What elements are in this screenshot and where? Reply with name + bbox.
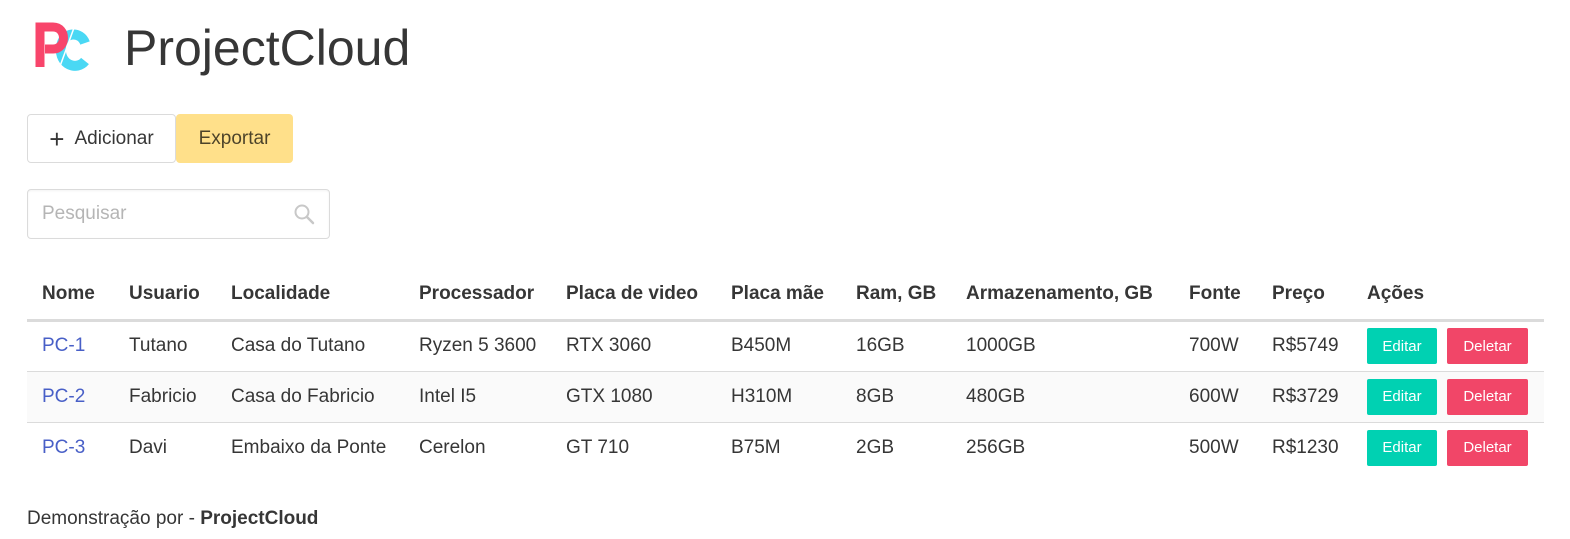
cell-placa-video: GTX 1080: [551, 371, 716, 423]
pc-link[interactable]: PC-3: [42, 437, 85, 458]
cell-localidade: Casa do Fabricio: [216, 371, 404, 423]
projectcloud-logo: [35, 22, 90, 71]
table-row: PC-2 Fabricio Casa do Fabricio Intel I5 …: [27, 371, 1544, 423]
header-nome: Nome: [27, 270, 114, 322]
table-row: PC-3 Davi Embaixo da Ponte Cerelon GT 71…: [27, 422, 1544, 473]
app-title: ProjectCloud: [124, 20, 411, 76]
header-usuario: Usuario: [114, 270, 216, 322]
header-ram: Ram, GB: [841, 270, 951, 322]
delete-button[interactable]: Deletar: [1447, 328, 1528, 364]
cell-preco: R$1230: [1272, 436, 1339, 458]
header-localidade: Localidade: [216, 270, 404, 322]
cell-fonte: 500W: [1189, 436, 1239, 458]
cell-localidade: Casa do Tutano: [216, 320, 404, 372]
cell-acoes: Editar Deletar: [1352, 320, 1544, 372]
search-icon[interactable]: [293, 203, 315, 225]
edit-button[interactable]: Editar: [1367, 328, 1437, 364]
cell-ram: 2GB: [856, 436, 895, 458]
cell-processador: Ryzen 5 3600: [404, 320, 551, 372]
cell-preco: R$5749: [1257, 320, 1352, 372]
header-fonte: Fonte: [1174, 270, 1257, 322]
cell-acoes: Editar Deletar: [1352, 371, 1544, 423]
cell-processador: Cerelon: [419, 436, 486, 458]
header-processador: Processador: [404, 270, 551, 322]
header-placa-video: Placa de video: [551, 270, 716, 322]
cell-ram: 8GB: [841, 371, 951, 423]
cell-placa-mae: H310M: [716, 371, 841, 423]
cell-placa-video: GT 710: [566, 436, 630, 458]
delete-button[interactable]: Deletar: [1447, 378, 1528, 415]
cell-usuario: Tutano: [114, 320, 216, 372]
cell-armazenamento: 1000GB: [951, 320, 1174, 372]
header-preco: Preço: [1257, 270, 1352, 322]
footer-prefix: Demonstração por -: [27, 508, 201, 529]
header-armazenamento: Armazenamento, GB: [951, 270, 1174, 322]
cell-usuario: Fabricio: [114, 371, 216, 423]
cell-placa-mae: B75M: [731, 436, 781, 458]
cell-placa-video: RTX 3060: [551, 320, 716, 372]
table-header-row: Nome Usuario Localidade Processador Plac…: [27, 270, 1544, 322]
add-button[interactable]: + Adicionar: [27, 114, 176, 163]
cell-acoes: Editar Deletar: [1352, 422, 1544, 473]
plus-icon: +: [49, 123, 65, 154]
delete-button[interactable]: Deletar: [1447, 429, 1528, 466]
search-input[interactable]: [42, 190, 282, 238]
cell-processador: Intel I5: [404, 371, 551, 423]
cell-preco: R$3729: [1257, 371, 1352, 423]
pc-link[interactable]: PC-2: [42, 386, 85, 407]
footer-brand: ProjectCloud: [200, 508, 319, 529]
page: ProjectCloud + Adicionar Exportar Nome U…: [0, 0, 1570, 539]
edit-button[interactable]: Editar: [1367, 429, 1437, 466]
header-placa-mae: Placa mãe: [716, 270, 841, 322]
header-acoes: Ações: [1352, 270, 1544, 322]
cell-fonte: 600W: [1174, 371, 1257, 423]
search-box: [27, 189, 330, 239]
pc-link[interactable]: PC-1: [42, 335, 85, 356]
add-button-label: Adicionar: [74, 127, 154, 149]
cell-localidade: Embaixo da Ponte: [231, 436, 387, 458]
cell-armazenamento: 256GB: [966, 436, 1026, 458]
pc-table: Nome Usuario Localidade Processador Plac…: [27, 270, 1544, 473]
table-row: PC-1 Tutano Casa do Tutano Ryzen 5 3600 …: [27, 320, 1544, 372]
export-button[interactable]: Exportar: [176, 114, 293, 163]
cell-armazenamento: 480GB: [951, 371, 1174, 423]
footer: Demonstração por - ProjectCloud: [27, 508, 318, 530]
cell-placa-mae: B450M: [716, 320, 841, 372]
cell-ram: 16GB: [841, 320, 951, 372]
cell-usuario: Davi: [129, 436, 168, 458]
edit-button[interactable]: Editar: [1367, 378, 1437, 415]
cell-fonte: 700W: [1174, 320, 1257, 372]
